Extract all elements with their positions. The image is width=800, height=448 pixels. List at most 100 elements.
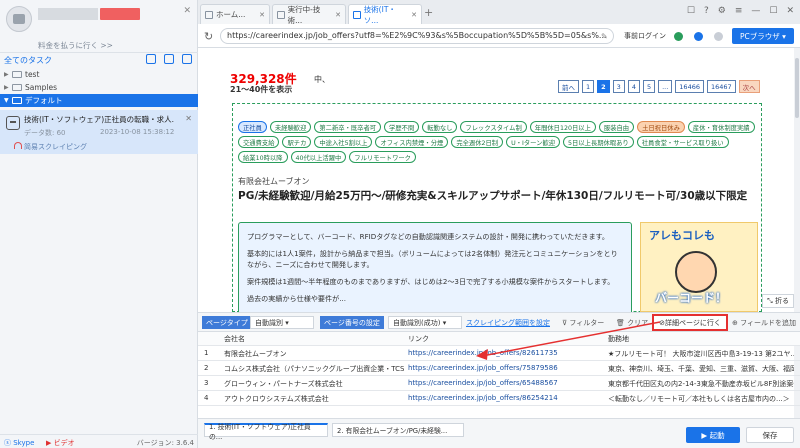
task-close-icon[interactable]: ✕ xyxy=(185,114,192,123)
bell-icon[interactable]: ☐ xyxy=(687,6,695,16)
tag-chip[interactable]: 学歴不問 xyxy=(384,121,420,133)
page-number-label: ページ番号の設定 xyxy=(320,316,384,329)
page-button[interactable]: 次へ xyxy=(738,80,760,93)
task-item[interactable]: 技術(IT・ソフトウェア)正社員の転職・求人... データ数: 60 2023-… xyxy=(0,110,198,154)
new-folder-icon[interactable] xyxy=(182,54,192,64)
filter-button[interactable]: ⊽ フィルター xyxy=(562,318,604,328)
table-row[interactable]: 1 有限会社ムーブオン https://careerindex.jp/job_off… xyxy=(198,347,800,361)
page-button[interactable]: 1 xyxy=(582,80,595,93)
save-button[interactable]: 保存 xyxy=(746,427,794,443)
tab-running[interactable]: 実行中-技術... ✕ xyxy=(272,4,346,25)
folder-icon xyxy=(12,97,22,104)
run-button[interactable]: ▶ 起動 xyxy=(686,427,740,443)
menu-icon[interactable]: ≡ xyxy=(735,6,743,16)
edit-icon[interactable]: ✎ xyxy=(601,32,608,41)
add-field-button[interactable]: ⊕ フィールドを追加 xyxy=(732,318,796,328)
tag-chip[interactable]: 完全週休2日制 xyxy=(451,136,504,148)
job-title[interactable]: PG/未経験歓迎/月給25万円～/研修充実&スキルアップサポート/年休130日/… xyxy=(238,188,747,203)
export-icon[interactable] xyxy=(164,54,174,64)
download-icon[interactable] xyxy=(694,32,703,41)
status-green-icon[interactable] xyxy=(674,32,683,41)
sidebar-close-icon[interactable]: ✕ xyxy=(183,6,191,16)
tag-chip[interactable]: 駅チカ xyxy=(282,136,312,148)
job-banner-image[interactable]: アレもコレも バーコード！ xyxy=(640,222,758,312)
tag-chip[interactable]: U・Iターン歓迎 xyxy=(506,136,561,148)
chevron-right-icon: ▶ xyxy=(4,84,9,91)
tab-home[interactable]: ホーム... ✕ xyxy=(200,4,270,24)
job-description[interactable]: プログラマーとして、バーコード、RFIDタグなどの自動認識関連システムの設計・開… xyxy=(238,222,632,312)
refresh-icon[interactable]: ↻ xyxy=(204,30,213,43)
main-pane: ホーム... ✕ 実行中-技術... ✕ 技術(IT・ソ... ✕ + ☐ ? … xyxy=(198,0,800,448)
folder-test[interactable]: ▶ test xyxy=(0,68,198,81)
page-number-select[interactable]: 自動識別(成功) ▾ xyxy=(388,316,462,329)
tag-chip[interactable]: 服装自由 xyxy=(598,121,635,133)
maximize-icon[interactable]: ☐ xyxy=(769,6,777,16)
table-row[interactable]: 4 アウトクロウシステムズ株式会社 https://careerindex.jp/j… xyxy=(198,392,800,406)
folder-icon xyxy=(12,71,22,78)
page-type-select[interactable]: 自動識別 ▾ xyxy=(250,316,314,329)
task-name: 技術(IT・ソフトウェア)正社員の転職・求人... xyxy=(24,115,174,124)
folder-default[interactable]: ▼ デフォルト xyxy=(0,94,198,107)
pay-link[interactable]: 料金を払うに行く >> xyxy=(38,40,113,51)
scrape-range-link[interactable]: スクレイピング範囲を設定 xyxy=(466,318,550,328)
skype-link[interactable]: ⓢ Skype xyxy=(4,438,34,448)
help-icon[interactable]: ? xyxy=(704,6,709,16)
page-button[interactable]: 4 xyxy=(627,80,640,93)
page-button[interactable]: ... xyxy=(658,80,673,93)
fold-button[interactable]: ⤡ 折る xyxy=(762,294,794,308)
import-icon[interactable] xyxy=(146,54,156,64)
pre-login-button[interactable]: 事前ログイン xyxy=(624,31,666,41)
avatar[interactable] xyxy=(6,6,32,32)
page-button[interactable]: 16466 xyxy=(675,80,704,93)
table-row[interactable]: 2 コムシス株式会社（パナソニックグループ出資企業・TCSグ... https://… xyxy=(198,362,800,376)
close-icon[interactable]: ✕ xyxy=(411,11,417,19)
close-window-icon[interactable]: ✕ xyxy=(786,6,794,16)
company-name[interactable]: 有限会社ムーブオン xyxy=(238,176,310,187)
scroll-thumb[interactable] xyxy=(795,58,799,118)
tag-list: 正社員 未経験歓迎 第二新卒・既卒者可 学歴不問 転勤なし フレックスタイム制 年間休日12… xyxy=(238,121,758,163)
bottom-tab-2[interactable]: 2. 有限会社ムーブオン/PG/未経験... xyxy=(332,423,464,437)
table-row[interactable]: 3 グローウィン・パートナーズ株式会社 https://careerindex.jp… xyxy=(198,377,800,391)
tag-chip[interactable]: 5日以上長期休暇あり xyxy=(563,136,634,148)
video-label: ビデオ xyxy=(53,439,75,447)
page-button[interactable]: 16467 xyxy=(706,80,736,93)
web-scrollbar[interactable] xyxy=(794,48,800,312)
pc-browser-button[interactable]: PCブラウザ ▾ xyxy=(732,28,794,44)
new-tab-icon[interactable]: + xyxy=(424,6,433,19)
folder-samples[interactable]: ▶ Samples xyxy=(0,81,198,94)
tag-chip[interactable]: フルリモートワーク xyxy=(349,151,416,163)
table-cell: 1 xyxy=(204,349,209,357)
gear-icon[interactable]: ⚙ xyxy=(718,6,726,16)
tag-chip[interactable]: 交通費支給 xyxy=(238,136,280,148)
tab-current[interactable]: 技術(IT・ソ... ✕ xyxy=(348,4,422,25)
tag-chip[interactable]: 未経験歓迎 xyxy=(269,121,312,133)
tag-chip[interactable]: オフィス内禁煙・分煙 xyxy=(375,136,449,148)
tag-chip[interactable]: 社員食堂・サービス取り扱い xyxy=(636,136,729,148)
tag-chip[interactable]: フレックスタイム制 xyxy=(460,121,527,133)
page-button[interactable]: 前へ xyxy=(558,80,579,93)
tag-chip[interactable]: 中途入社5割以上 xyxy=(314,136,373,148)
close-icon[interactable]: ✕ xyxy=(335,11,341,19)
tag-chip[interactable]: 給業10時以降 xyxy=(238,151,288,163)
bottom-tab-1[interactable]: 1. 技術(IT・ソフトウェア)正社員の... xyxy=(204,423,328,441)
goto-detail-button[interactable]: ⊘ 詳細ページに行く xyxy=(652,314,728,331)
tag-chip[interactable]: 土日祝日休み xyxy=(637,121,685,133)
page-button[interactable]: 3 xyxy=(612,80,625,93)
eye-off-icon[interactable] xyxy=(714,32,723,41)
page-button[interactable]: 2 xyxy=(597,80,610,93)
tag-chip[interactable]: 正社員 xyxy=(238,121,267,133)
url-input[interactable]: https://careerindex.jp/job_offers?utf8=%… xyxy=(220,28,614,44)
tag-chip[interactable]: 40代以上活躍中 xyxy=(290,151,347,163)
video-link[interactable]: ▶ ビデオ xyxy=(46,438,75,448)
close-icon[interactable]: ✕ xyxy=(259,11,265,19)
tag-chip[interactable]: 第二新卒・既卒者可 xyxy=(314,121,382,133)
tag-chip[interactable]: 転勤なし xyxy=(422,121,458,133)
tag-chip[interactable]: 年間休日120日以上 xyxy=(529,121,596,133)
minimize-icon[interactable]: — xyxy=(751,6,760,16)
all-tasks-label[interactable]: 全てのタスク xyxy=(4,55,52,66)
tag-chip[interactable]: 産休・育休制度実績 xyxy=(687,121,755,133)
page-number-value: 自動識別(成功) xyxy=(393,318,441,327)
page-button[interactable]: 5 xyxy=(642,80,656,93)
goto-detail-label: 詳細ページに行く xyxy=(665,318,721,327)
clear-button[interactable]: 🗑 クリア xyxy=(616,318,648,328)
